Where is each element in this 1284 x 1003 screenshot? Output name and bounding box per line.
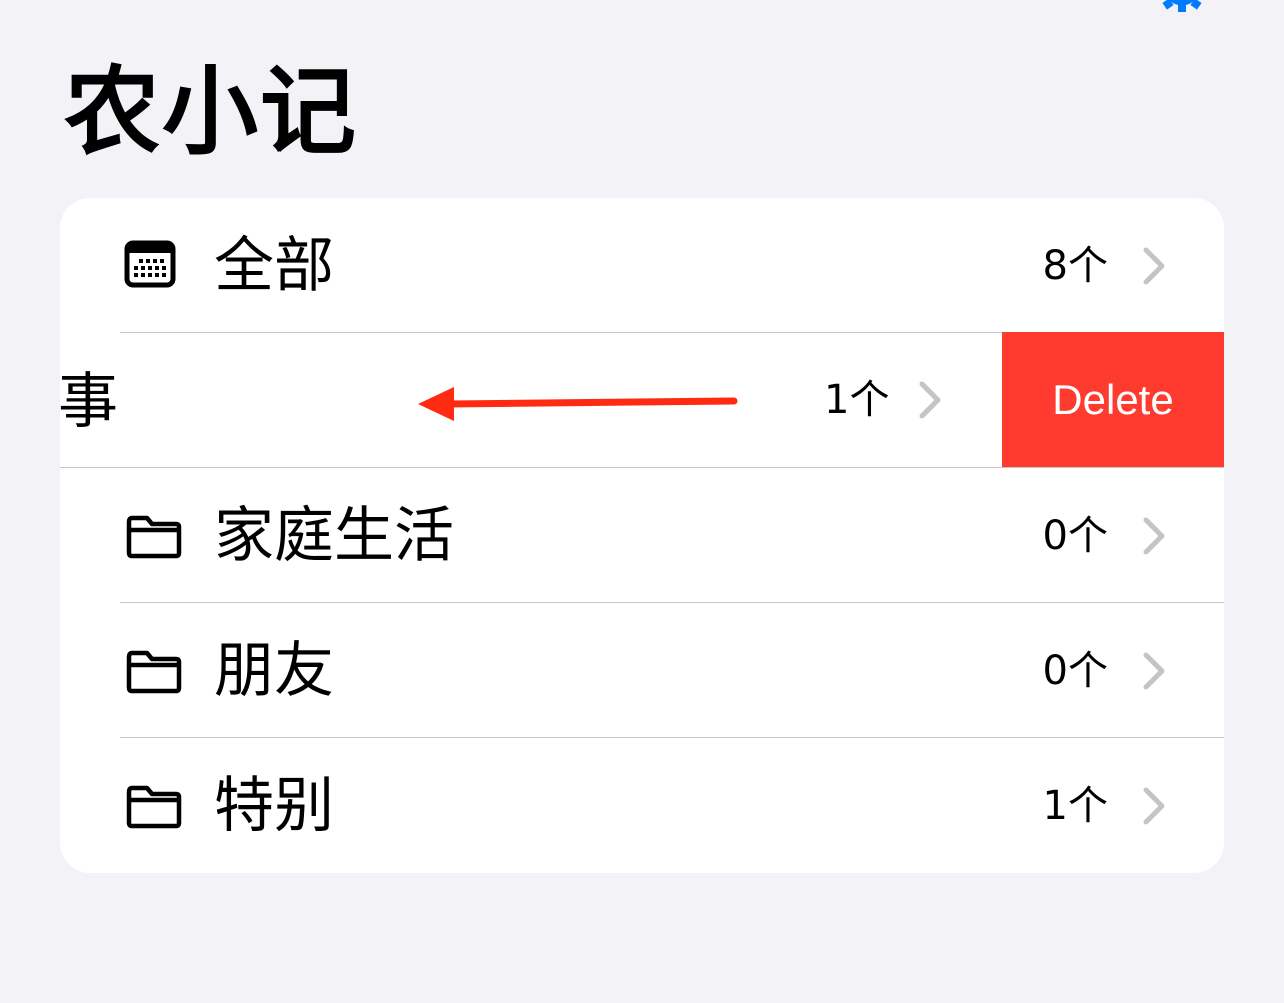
- chevron-right-icon: [1143, 652, 1165, 690]
- folder-row-friends[interactable]: 朋友 0个: [60, 603, 1224, 738]
- folder-icon: [126, 515, 182, 559]
- folder-label: 朋友: [214, 636, 334, 706]
- swipe-left-arrow: [418, 387, 738, 421]
- folder-count: 1个: [824, 377, 890, 423]
- folder-count: 1个: [1042, 783, 1108, 829]
- chevron-right-icon: [1143, 247, 1165, 285]
- folder-count: 8个: [1042, 243, 1108, 289]
- folder-label: 事: [60, 367, 118, 437]
- gear-icon[interactable]: [1156, 0, 1208, 14]
- folder-row-special[interactable]: 特别 1个: [60, 738, 1224, 873]
- chevron-right-icon: [1143, 787, 1165, 825]
- page-title: 农小记: [64, 56, 358, 168]
- folder-count: 0个: [1042, 648, 1108, 694]
- delete-button[interactable]: Delete: [1002, 332, 1224, 467]
- folder-row-all[interactable]: 全部 8个: [60, 198, 1224, 333]
- folder-list: 全部 8个 事 1个 Delete 家庭生活 0个 朋友 0个 特别 1个: [60, 198, 1224, 873]
- folder-label: 家庭生活: [214, 501, 454, 571]
- folder-row-family[interactable]: 家庭生活 0个: [60, 468, 1224, 603]
- folder-count: 0个: [1042, 513, 1108, 559]
- chevron-right-icon: [1143, 517, 1165, 555]
- folder-icon: [126, 785, 182, 829]
- folder-label: 特别: [214, 771, 334, 841]
- folder-icon: [126, 650, 182, 694]
- calendar-icon: [124, 240, 176, 288]
- chevron-right-icon: [919, 381, 941, 419]
- folder-label: 全部: [214, 231, 334, 301]
